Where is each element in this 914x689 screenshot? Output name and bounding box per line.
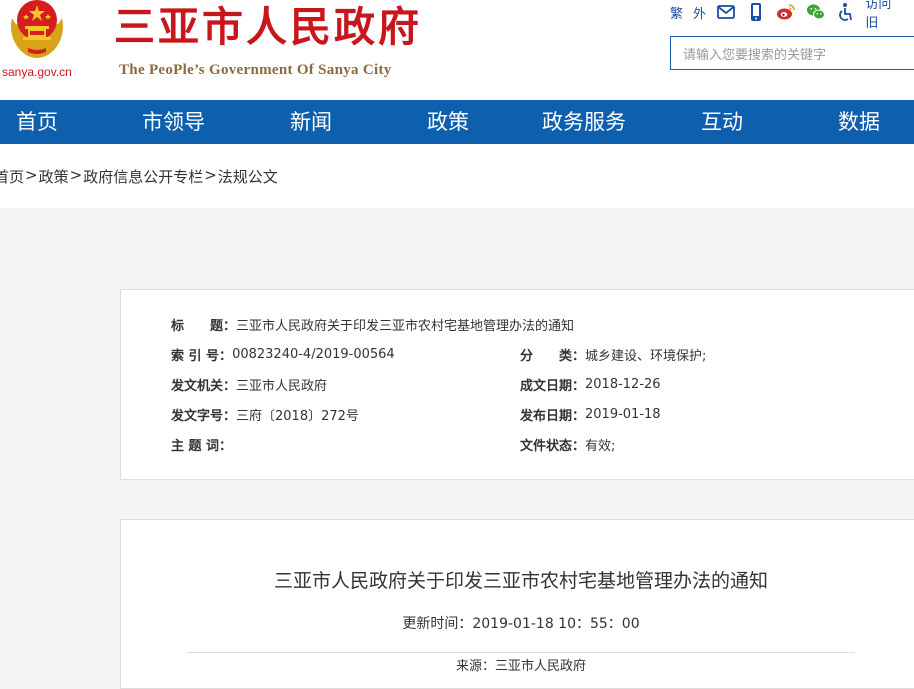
foreign-language-link[interactable]: 外 xyxy=(693,3,706,22)
nav-item-interaction[interactable]: 互动 xyxy=(701,100,743,144)
site-header: sanya.gov.cn 三亚市人民政府 The PeoPle’s Govern… xyxy=(0,0,914,100)
meta-status-label: 文件状态： xyxy=(520,438,586,454)
meta-index-value: 00823240-4/2019-00564 xyxy=(232,346,395,362)
breadcrumb-home[interactable]: 首页 xyxy=(0,166,24,187)
traditional-chinese-link[interactable]: 繁 xyxy=(670,3,683,22)
search-input[interactable]: 请输入您要搜索的关键字 xyxy=(670,36,914,70)
meta-subject-row: 主 题 词： xyxy=(171,435,233,454)
article-updated-time: 更新时间：2019-01-18 10：55：00 xyxy=(402,616,640,632)
meta-issuer-row: 发文机关： 三亚市人民政府 xyxy=(171,375,328,394)
visit-old-site-link[interactable]: 访问旧 xyxy=(865,0,904,31)
main-nav: 首页 市领导 新闻 政策 政务服务 互动 数据 xyxy=(0,100,914,144)
meta-published-value: 2019-01-18 xyxy=(585,406,661,422)
meta-docno-row: 发文字号： 三府〔2018〕272号 xyxy=(171,405,359,424)
nav-item-services[interactable]: 政务服务 xyxy=(542,100,626,144)
meta-issuer-value: 三亚市人民政府 xyxy=(236,378,328,394)
meta-status-value: 有效; xyxy=(585,438,616,454)
article-divider xyxy=(187,652,855,653)
article-title: 三亚市人民政府关于印发三亚市农村宅基地管理办法的通知 xyxy=(273,570,768,592)
breadcrumb-separator: > xyxy=(204,166,217,184)
meta-docno-value: 三府〔2018〕272号 xyxy=(236,408,359,424)
mobile-icon[interactable] xyxy=(746,2,766,22)
meta-docno-label: 发文字号： xyxy=(171,408,237,424)
national-emblem-icon[interactable] xyxy=(6,0,68,60)
nav-item-leaders[interactable]: 市领导 xyxy=(142,100,205,144)
meta-category-label: 分 类： xyxy=(520,348,586,364)
meta-status-row: 文件状态： 有效; xyxy=(520,435,616,454)
meta-written-label: 成文日期： xyxy=(520,378,586,394)
meta-index-row: 索 引 号： 00823240-4/2019-00564 xyxy=(171,345,395,364)
site-title[interactable]: 三亚市人民政府 xyxy=(114,3,422,51)
breadcrumb-regulations[interactable]: 法规公文 xyxy=(218,166,278,187)
breadcrumb-policy[interactable]: 政策 xyxy=(39,166,69,187)
meta-subject-label: 主 题 词： xyxy=(171,438,233,454)
meta-category-row: 分 类： 城乡建设、环境保护; xyxy=(520,345,707,364)
mail-icon[interactable] xyxy=(716,2,736,22)
nav-item-news[interactable]: 新闻 xyxy=(290,100,332,144)
meta-published-row: 发布日期： 2019-01-18 xyxy=(520,405,661,424)
meta-category-value: 城乡建设、环境保护; xyxy=(585,348,707,364)
meta-title-row: 标 题： 三亚市人民政府关于印发三亚市农村宅基地管理办法的通知 xyxy=(171,315,575,334)
breadcrumb-bar: 首页 > 政策 > 政府信息公开专栏 > 法规公文 xyxy=(0,144,914,208)
nav-item-data[interactable]: 数据 xyxy=(838,100,880,144)
article-box: 三亚市人民政府关于印发三亚市农村宅基地管理办法的通知 更新时间：2019-01-… xyxy=(120,519,914,689)
meta-title-value: 三亚市人民政府关于印发三亚市农村宅基地管理办法的通知 xyxy=(236,318,575,334)
breadcrumb-separator: > xyxy=(69,166,83,184)
meta-published-label: 发布日期： xyxy=(520,408,586,424)
document-meta-box: 标 题： 三亚市人民政府关于印发三亚市农村宅基地管理办法的通知 索 引 号： 0… xyxy=(120,289,914,480)
site-domain: sanya.gov.cn xyxy=(2,65,72,79)
meta-index-label: 索 引 号： xyxy=(171,348,233,364)
header-toolbar: 繁 外 访问旧 xyxy=(670,0,914,31)
article-source: 来源：三亚市人民政府 xyxy=(455,659,586,674)
meta-issuer-label: 发文机关： xyxy=(171,378,237,394)
breadcrumb-separator: > xyxy=(25,166,38,184)
accessibility-icon[interactable] xyxy=(836,2,856,22)
wechat-icon[interactable] xyxy=(806,2,826,22)
breadcrumb: 首页 > 政策 > 政府信息公开专栏 > 法规公文 xyxy=(0,166,278,187)
weibo-icon[interactable] xyxy=(776,2,796,22)
breadcrumb-info-disclosure[interactable]: 政府信息公开专栏 xyxy=(83,166,203,187)
meta-title-label: 标 题： xyxy=(171,318,237,334)
nav-item-home[interactable]: 首页 xyxy=(16,100,58,144)
nav-item-policy[interactable]: 政策 xyxy=(427,100,469,144)
meta-written-value: 2018-12-26 xyxy=(585,376,661,392)
meta-written-row: 成文日期： 2018-12-26 xyxy=(520,375,661,394)
site-subtitle: The PeoPle’s Government Of Sanya City xyxy=(119,62,392,78)
